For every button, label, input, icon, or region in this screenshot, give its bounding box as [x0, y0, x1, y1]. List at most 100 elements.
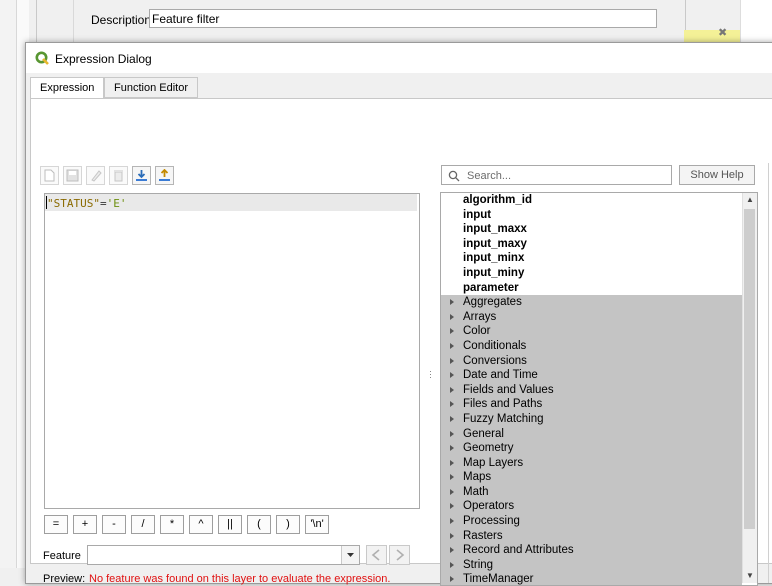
expand-arrow-icon [450, 299, 454, 306]
search-input[interactable] [465, 167, 669, 185]
arrow-left-icon [371, 549, 380, 561]
operator-multiply-button[interactable]: * [160, 515, 184, 534]
tab-expression[interactable]: Expression [30, 77, 105, 99]
scrollbar-thumb[interactable] [744, 209, 755, 529]
group-geometry[interactable]: Geometry [441, 441, 742, 456]
expand-arrow-icon [450, 445, 454, 452]
group-timemanager[interactable]: TimeManager [441, 572, 742, 586]
expression-text: "STATUS"='E' [47, 197, 126, 210]
variable-item[interactable]: parameter [441, 281, 742, 296]
expand-arrow-icon [450, 342, 454, 349]
group-label: Files and Paths [463, 398, 543, 411]
operator-equals-button[interactable]: = [44, 515, 68, 534]
expression-dialog: Expression Dialog Expression Function Ed… [25, 42, 772, 586]
group-label: String [463, 558, 494, 571]
description-label: Description [91, 13, 152, 27]
splitter-handle[interactable] [429, 369, 432, 383]
group-conversions[interactable]: Conversions [441, 353, 742, 369]
group-label: Conversions [463, 354, 527, 367]
group-fuzzy-matching[interactable]: Fuzzy Matching [441, 411, 742, 427]
import-button[interactable] [132, 166, 151, 185]
group-general[interactable]: General [441, 426, 742, 442]
group-label: Processing [463, 515, 520, 528]
group-label: Geometry [463, 442, 514, 455]
group-aggregates[interactable]: Aggregates [441, 295, 742, 310]
tab-content: "STATUS"='E' = + - / * ^ || ( ) '\n' Fea… [30, 98, 772, 586]
expand-arrow-icon [450, 518, 454, 525]
operator-plus-button[interactable]: + [73, 515, 97, 534]
expression-editor[interactable]: "STATUS"='E' [44, 193, 420, 509]
edit-button[interactable] [86, 166, 105, 185]
group-label: TimeManager [463, 573, 534, 586]
group-map-layers[interactable]: Map Layers [441, 455, 742, 471]
variable-item[interactable]: input_maxy [441, 237, 742, 252]
qgis-logo-icon [35, 51, 49, 65]
vertical-scrollbar[interactable]: ▲ ▼ [742, 193, 757, 583]
expand-arrow-icon [450, 532, 454, 539]
variable-item[interactable]: input_miny [441, 266, 742, 281]
show-help-button[interactable]: Show Help [679, 165, 755, 185]
group-label: Maps [463, 471, 492, 484]
scroll-down-icon[interactable]: ▼ [743, 569, 757, 583]
expand-arrow-icon [450, 474, 454, 481]
delete-button[interactable] [109, 166, 128, 185]
group-label: Fuzzy Matching [463, 412, 544, 425]
tab-function-editor[interactable]: Function Editor [104, 77, 198, 98]
group-maps[interactable]: Maps [441, 470, 742, 485]
description-input[interactable]: Feature filter [149, 9, 657, 28]
scroll-up-icon[interactable]: ▲ [743, 193, 757, 207]
expand-arrow-icon [450, 459, 454, 466]
function-tree[interactable]: algorithm_id input input_maxx input_maxy… [440, 192, 758, 586]
collapse-chevron-icon: ✖ [718, 27, 728, 39]
group-conditionals[interactable]: Conditionals [441, 338, 742, 354]
operator-close-paren-button[interactable]: ) [276, 515, 300, 534]
group-processing[interactable]: Processing [441, 514, 742, 529]
function-list: algorithm_id input input_maxx input_maxy… [441, 193, 742, 586]
group-arrays[interactable]: Arrays [441, 309, 742, 325]
operator-newline-button[interactable]: '\n' [305, 515, 329, 534]
operator-minus-button[interactable]: - [102, 515, 126, 534]
group-label: Aggregates [463, 296, 522, 309]
save-button[interactable] [63, 166, 82, 185]
dialog-title: Expression Dialog [55, 52, 152, 66]
expand-arrow-icon [450, 415, 454, 422]
group-operators[interactable]: Operators [441, 499, 742, 515]
dropdown-arrow[interactable] [341, 546, 359, 564]
help-panel [768, 163, 772, 583]
variable-item[interactable]: input [441, 208, 742, 223]
next-feature-button[interactable] [389, 545, 410, 565]
delete-icon [114, 170, 123, 182]
feature-combobox[interactable] [87, 545, 360, 565]
expand-arrow-icon [450, 547, 454, 554]
operator-open-paren-button[interactable]: ( [247, 515, 271, 534]
group-label: Fields and Values [463, 383, 554, 396]
new-file-button[interactable] [40, 166, 59, 185]
save-icon [66, 169, 79, 182]
group-color[interactable]: Color [441, 324, 742, 339]
group-record-and-attributes[interactable]: Record and Attributes [441, 543, 742, 558]
previous-feature-button[interactable] [366, 545, 387, 565]
operator-power-button[interactable]: ^ [189, 515, 213, 534]
group-label: Operators [463, 500, 515, 513]
search-icon [448, 170, 460, 182]
operator-divide-button[interactable]: / [131, 515, 155, 534]
group-rasters[interactable]: Rasters [441, 528, 742, 544]
group-label: Record and Attributes [463, 544, 574, 557]
expression-operator-token: = [99, 197, 107, 210]
group-math[interactable]: Math [441, 484, 742, 500]
variable-item[interactable]: input_maxx [441, 222, 742, 237]
search-box[interactable] [441, 165, 672, 185]
expand-arrow-icon [450, 313, 454, 320]
preview-label: Preview: [43, 573, 86, 585]
feature-label: Feature [43, 550, 81, 562]
operator-concat-button[interactable]: || [218, 515, 242, 534]
variable-item[interactable]: algorithm_id [441, 193, 742, 208]
group-string[interactable]: String [441, 557, 742, 573]
export-button[interactable] [155, 166, 174, 185]
variable-item[interactable]: input_minx [441, 251, 742, 266]
group-files-and-paths[interactable]: Files and Paths [441, 397, 742, 412]
group-fields-and-values[interactable]: Fields and Values [441, 382, 742, 398]
group-date-and-time[interactable]: Date and Time [441, 368, 742, 383]
group-label: Conditionals [463, 339, 527, 352]
expand-arrow-icon [450, 328, 454, 335]
